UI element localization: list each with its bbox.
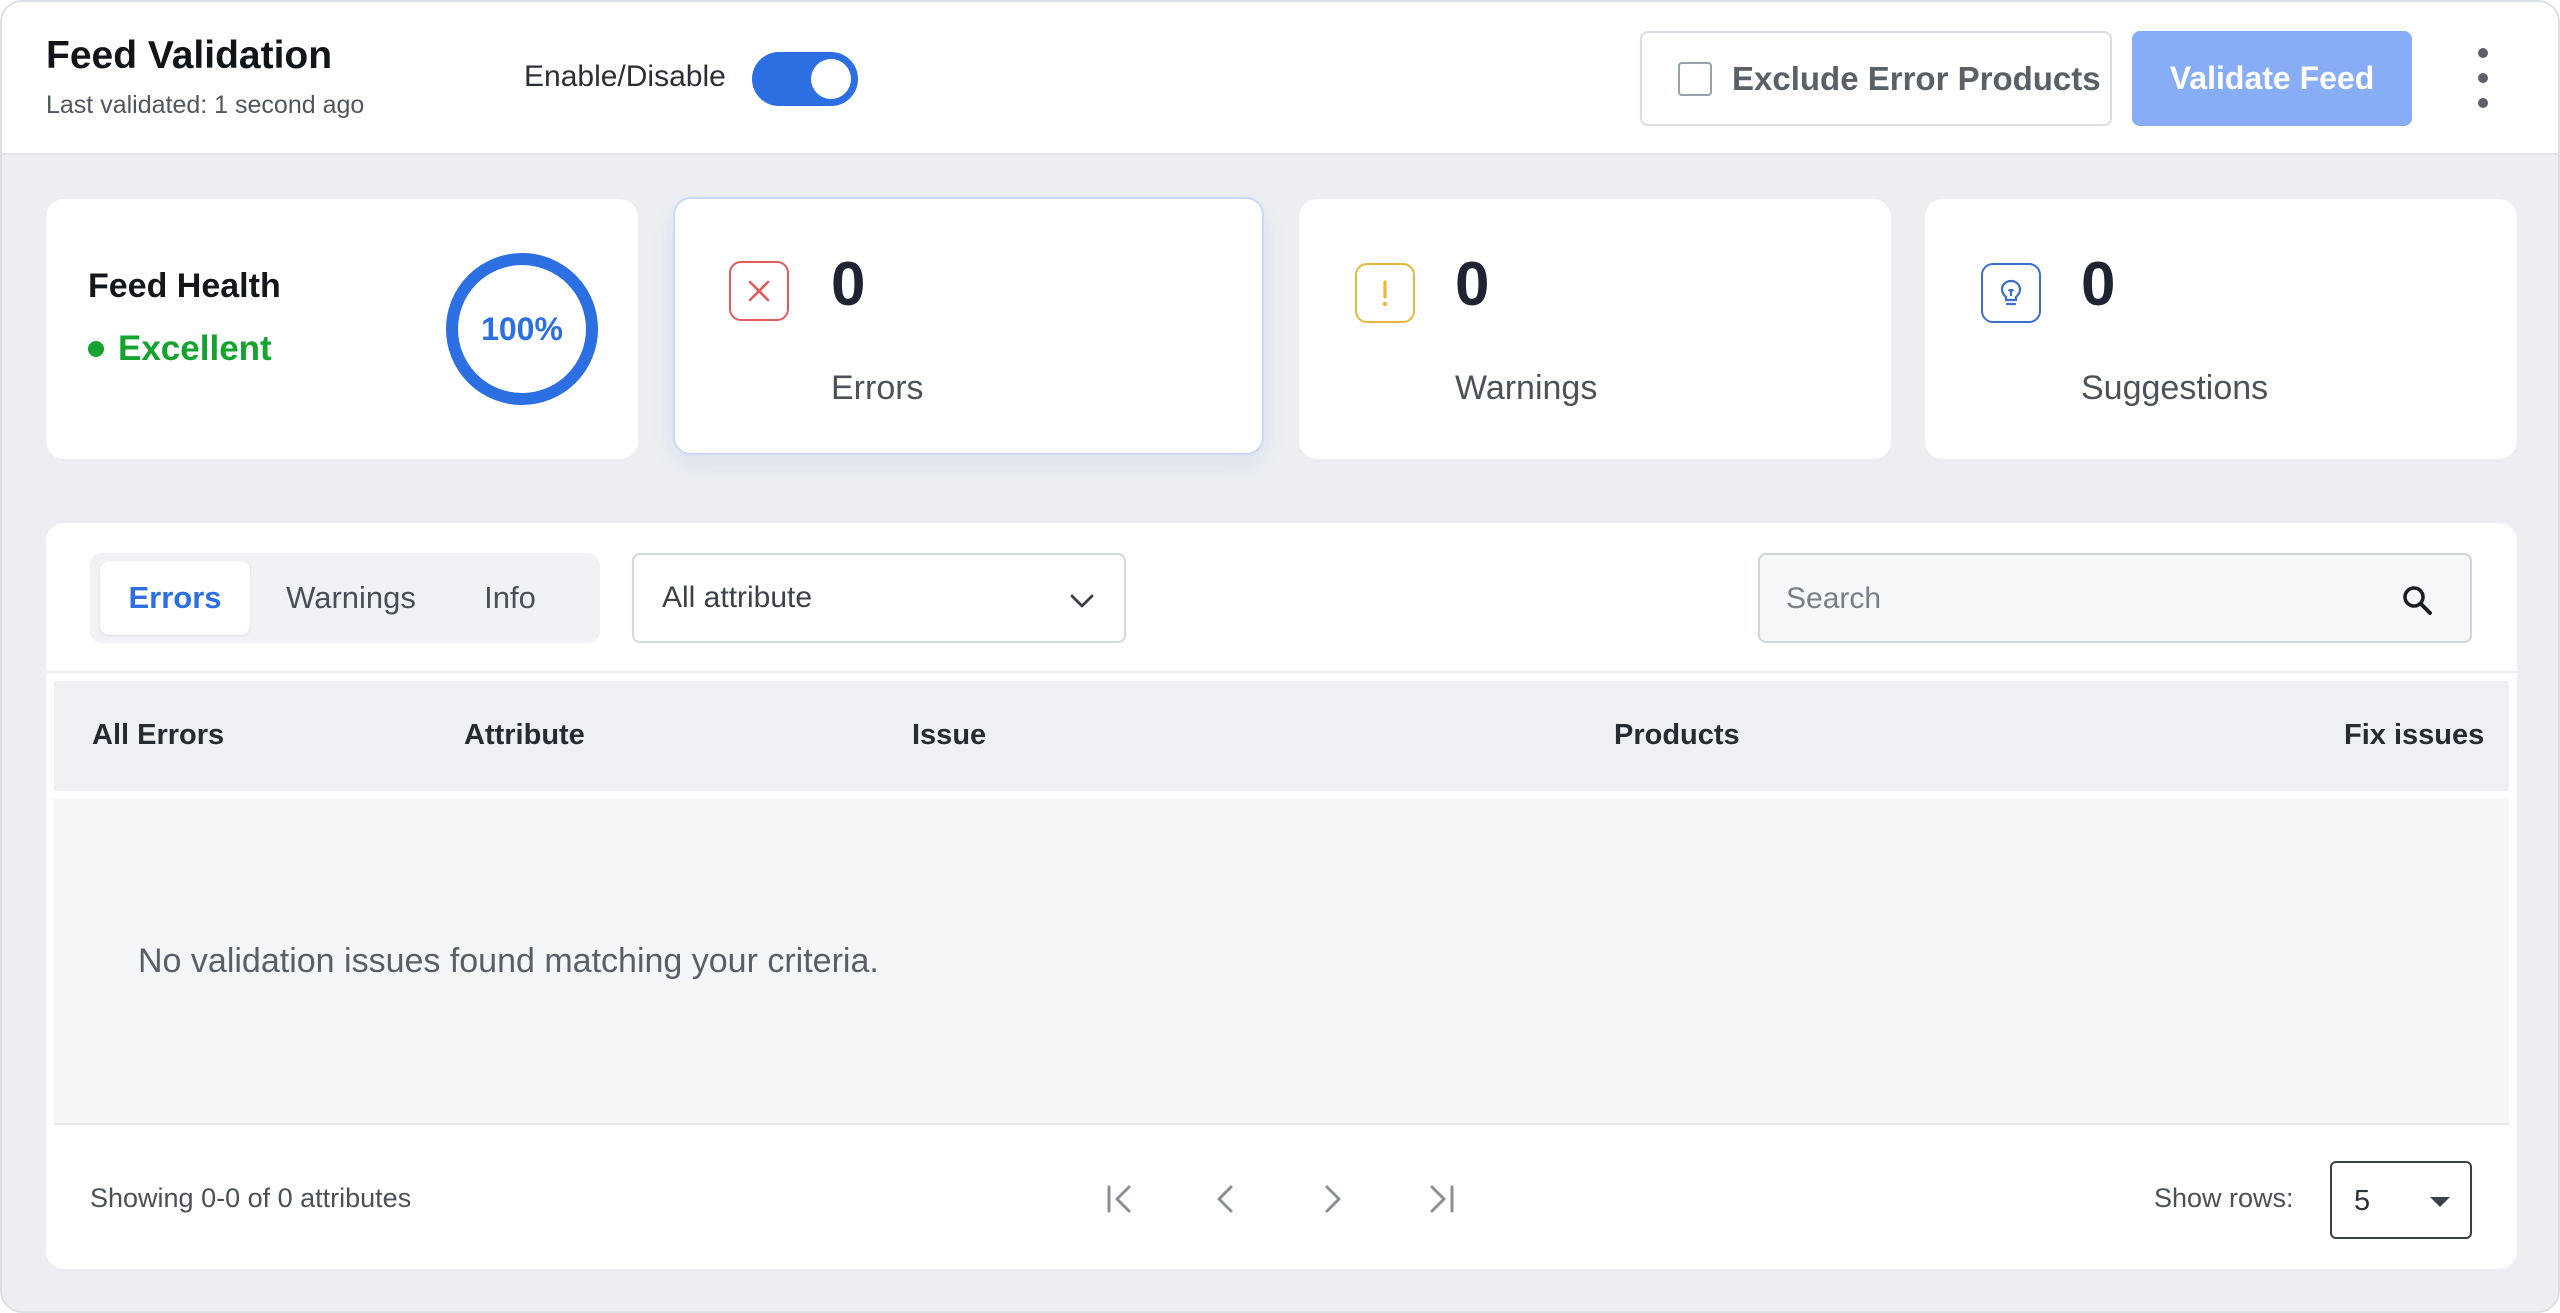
column-header-products: Products bbox=[1614, 719, 1740, 751]
table-body: No validation issues found matching your… bbox=[54, 799, 2509, 1123]
warnings-label: Warnings bbox=[1455, 369, 1598, 407]
divider bbox=[54, 1123, 2509, 1125]
chevron-right-icon bbox=[1325, 1185, 1341, 1213]
lightbulb-icon bbox=[1981, 263, 2041, 323]
warnings-card[interactable]: 0 Warnings bbox=[1299, 199, 1891, 459]
feed-health-status: Excellent bbox=[88, 329, 272, 369]
tab-errors[interactable]: Errors bbox=[100, 561, 250, 635]
rows-per-page-select[interactable]: 5 bbox=[2330, 1161, 2472, 1239]
tab-info[interactable]: Info bbox=[450, 561, 570, 635]
kebab-dot bbox=[2478, 48, 2488, 58]
kebab-menu-icon[interactable] bbox=[2468, 48, 2498, 108]
suggestions-count: 0 bbox=[2081, 250, 2116, 319]
search-icon[interactable] bbox=[2400, 583, 2434, 617]
toggle-knob bbox=[811, 59, 851, 99]
feed-health-status-text: Excellent bbox=[118, 329, 272, 368]
enable-toggle-label: Enable/Disable bbox=[524, 60, 726, 93]
validation-issues-panel: Errors Warnings Info All attribute All E… bbox=[46, 523, 2517, 1269]
next-page-button[interactable] bbox=[1308, 1175, 1356, 1223]
exclude-error-products-checkbox[interactable] bbox=[1678, 61, 1712, 96]
warnings-count: 0 bbox=[1455, 250, 1490, 319]
page-title: Feed Validation bbox=[46, 34, 333, 77]
divider bbox=[46, 671, 2517, 673]
pagination-summary: Showing 0-0 of 0 attributes bbox=[90, 1183, 412, 1213]
feed-validation-window: Feed Validation Last validated: 1 second… bbox=[0, 0, 2560, 1313]
column-header-fix-issues: Fix issues bbox=[2344, 719, 2485, 751]
health-percent: 100% bbox=[481, 310, 563, 347]
first-page-icon bbox=[1107, 1185, 1131, 1213]
chevron-down-icon bbox=[1070, 594, 1094, 608]
suggestions-card[interactable]: 0 Suggestions bbox=[1925, 199, 2517, 459]
status-dot-icon bbox=[88, 341, 104, 357]
chevron-left-icon bbox=[1217, 1185, 1233, 1213]
rows-per-page-value: 5 bbox=[2354, 1185, 2371, 1217]
table-header: All Errors Attribute Issue Products Fix … bbox=[54, 681, 2509, 791]
feed-health-card: Feed Health Excellent 100% bbox=[46, 199, 638, 459]
column-header-all-errors: All Errors bbox=[92, 719, 225, 751]
issue-type-tabs: Errors Warnings Info bbox=[90, 553, 600, 643]
last-validated-text: Last validated: 1 second ago bbox=[46, 91, 365, 119]
errors-label: Errors bbox=[831, 369, 924, 407]
suggestions-label: Suggestions bbox=[2081, 369, 2269, 407]
errors-card[interactable]: 0 Errors bbox=[673, 197, 1264, 455]
last-page-button[interactable] bbox=[1416, 1175, 1464, 1223]
exclamation-icon bbox=[1355, 263, 1415, 323]
caret-down-icon bbox=[2430, 1197, 2450, 1207]
search-input[interactable] bbox=[1786, 571, 2346, 627]
empty-state-message: No validation issues found matching your… bbox=[138, 942, 879, 980]
column-header-attribute: Attribute bbox=[464, 719, 585, 751]
kebab-dot bbox=[2478, 98, 2488, 108]
column-header-issue: Issue bbox=[912, 719, 987, 751]
kebab-dot bbox=[2478, 73, 2488, 83]
show-rows-label: Show rows: bbox=[2154, 1183, 2294, 1213]
attribute-filter-value: All attribute bbox=[662, 581, 813, 614]
previous-page-button[interactable] bbox=[1202, 1175, 1250, 1223]
last-page-icon bbox=[1430, 1185, 1454, 1213]
enable-toggle[interactable] bbox=[752, 52, 858, 106]
search-box bbox=[1758, 553, 2472, 643]
close-x-icon bbox=[729, 261, 789, 321]
feed-health-title: Feed Health bbox=[88, 267, 281, 305]
exclude-error-products-button[interactable]: Exclude Error Products bbox=[1640, 31, 2112, 126]
exclude-error-products-label: Exclude Error Products bbox=[1732, 59, 2101, 97]
attribute-filter-select[interactable]: All attribute bbox=[632, 553, 1126, 643]
header-bar: Feed Validation Last validated: 1 second… bbox=[2, 2, 2558, 155]
tab-warnings[interactable]: Warnings bbox=[266, 561, 436, 635]
errors-count: 0 bbox=[831, 250, 866, 319]
first-page-button[interactable] bbox=[1097, 1175, 1145, 1223]
validate-feed-button[interactable]: Validate Feed bbox=[2132, 31, 2412, 126]
